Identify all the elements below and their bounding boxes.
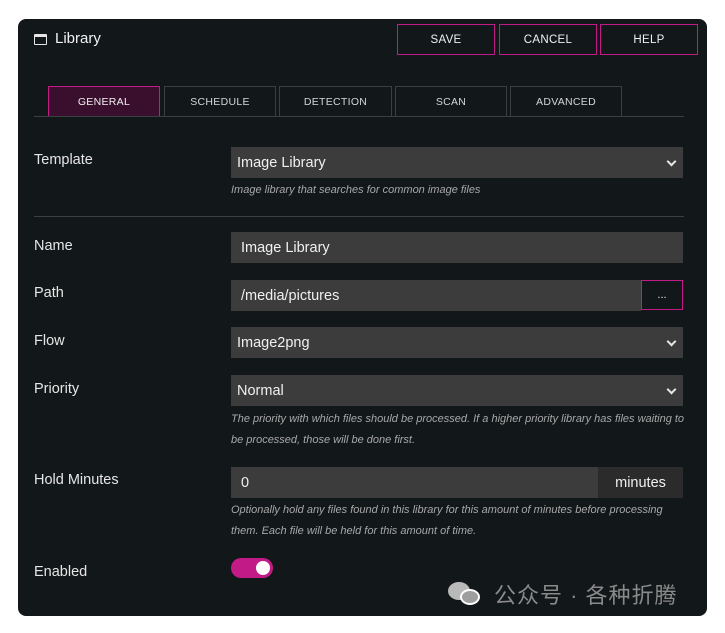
chevron-down-icon: [666, 384, 677, 395]
dialog-title: Library: [55, 30, 101, 47]
chevron-down-icon: [666, 336, 677, 347]
flow-label: Flow: [34, 333, 65, 349]
save-button[interactable]: SAVE: [397, 24, 495, 55]
template-label: Template: [34, 152, 93, 168]
name-label: Name: [34, 238, 73, 254]
tab-scan[interactable]: SCAN: [395, 86, 507, 116]
tab-schedule[interactable]: SCHEDULE: [164, 86, 276, 116]
hold-minutes-input[interactable]: 0: [231, 467, 598, 498]
library-dialog: Library SAVE CANCEL HELP GENERAL SCHEDUL…: [18, 19, 707, 616]
tab-general[interactable]: GENERAL: [48, 86, 160, 116]
toggle-knob: [256, 561, 270, 575]
template-select[interactable]: Image Library: [231, 147, 683, 178]
priority-select-value: Normal: [237, 382, 284, 399]
enabled-label: Enabled: [34, 564, 88, 580]
watermark-text: 公众号 · 各种折腾: [494, 583, 678, 608]
browse-button[interactable]: ...: [641, 280, 683, 310]
tab-advanced[interactable]: ADVANCED: [510, 86, 622, 116]
template-select-value: Image Library: [237, 154, 326, 171]
hold-minutes-label: Hold Minutes: [34, 472, 119, 488]
window-icon: [34, 34, 47, 45]
path-label: Path: [34, 285, 64, 301]
minutes-suffix: minutes: [598, 467, 683, 498]
priority-select[interactable]: Normal: [231, 375, 683, 406]
priority-label: Priority: [34, 381, 80, 397]
name-input[interactable]: Image Library: [231, 232, 683, 263]
tabs-divider: [34, 116, 684, 117]
flow-select-value: Image2png: [237, 334, 310, 351]
priority-help: The priority with which files should be …: [231, 413, 685, 446]
section-divider: [34, 216, 684, 217]
chevron-down-icon: [666, 156, 677, 167]
template-help: Image library that searches for common i…: [231, 184, 481, 196]
enabled-toggle[interactable]: [231, 558, 273, 578]
title-bar: Library SAVE CANCEL HELP: [18, 19, 707, 59]
cancel-button[interactable]: CANCEL: [499, 24, 597, 55]
hold-minutes-help: Optionally hold any files found in this …: [231, 504, 663, 537]
watermark: 公众号 · 各种折腾: [448, 578, 678, 610]
flow-select[interactable]: Image2png: [231, 327, 683, 358]
wechat-icon: [448, 580, 482, 608]
help-button[interactable]: HELP: [600, 24, 698, 55]
path-input[interactable]: /media/pictures: [231, 280, 641, 311]
tab-detection[interactable]: DETECTION: [279, 86, 392, 116]
